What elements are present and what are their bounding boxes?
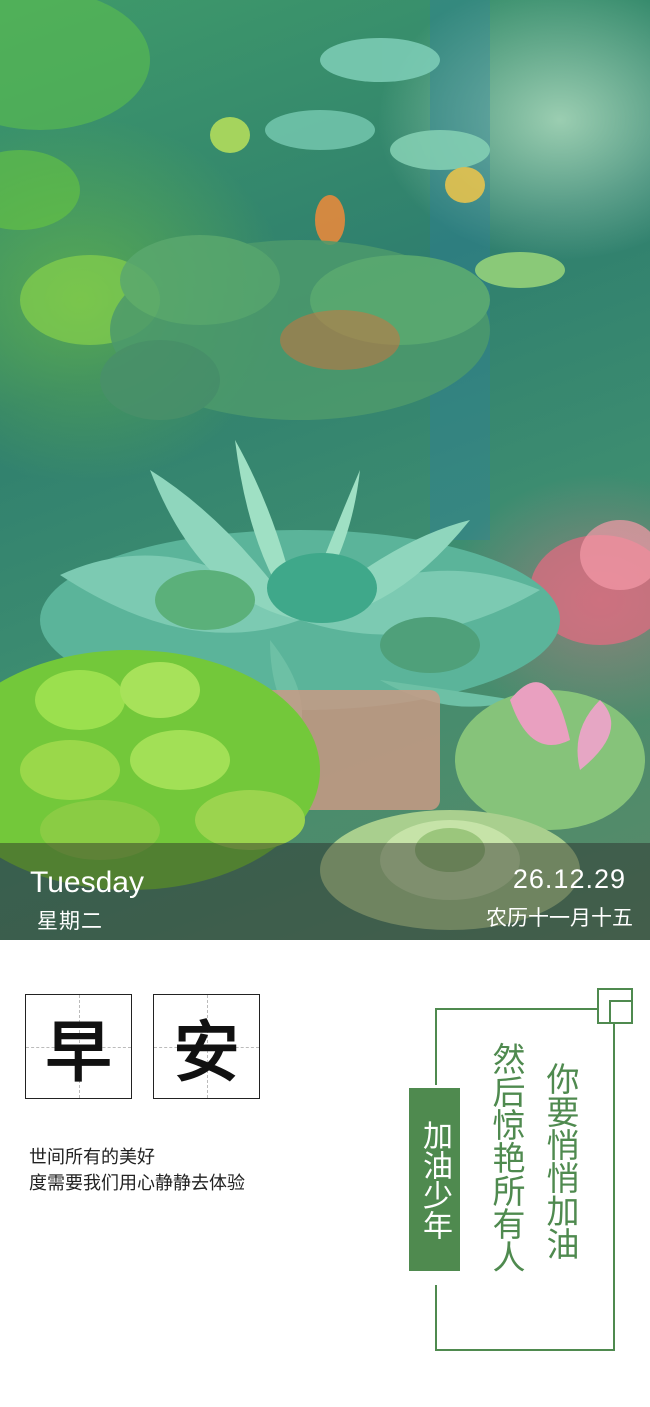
weekday-chinese: 星期二 xyxy=(37,909,103,933)
date: 26.12.29 xyxy=(512,864,626,894)
lunar-date: 农历十一月十五 xyxy=(486,906,633,930)
greeting-char-1: 早 xyxy=(45,1012,112,1091)
greeting-char-2: 安 xyxy=(173,1012,240,1091)
corner-inner-line xyxy=(609,1000,632,1023)
poem-tag: 加油少年 xyxy=(409,1088,460,1271)
poem-line-2: 然后惊艳所有人 xyxy=(487,1042,526,1273)
hero-photo xyxy=(0,0,650,940)
quote-line-2: 度需要我们用心静静去体验 xyxy=(29,1173,245,1194)
greeting-char-box-2: 安 xyxy=(153,994,260,1099)
succulent-illustration xyxy=(0,0,650,930)
greeting-char-box-1: 早 xyxy=(25,994,132,1099)
poem-line-1: 你要悄悄加油 xyxy=(541,1062,580,1260)
quote-line-1: 世间所有的美好 xyxy=(29,1147,155,1168)
weekday-english: Tuesday xyxy=(30,866,144,899)
